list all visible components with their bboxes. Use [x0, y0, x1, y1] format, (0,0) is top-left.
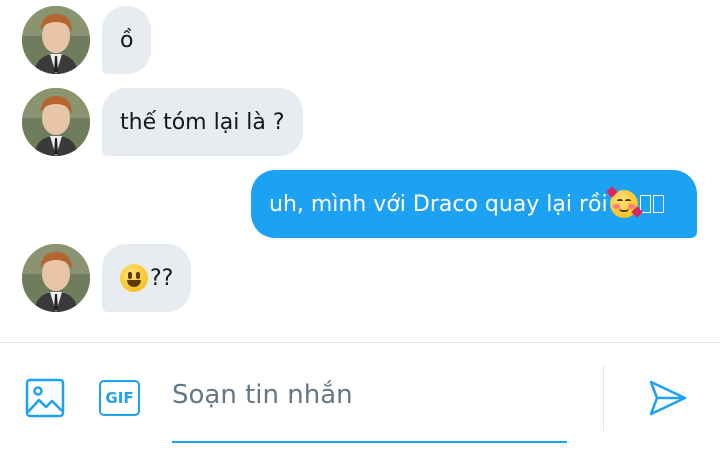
input-underline: [172, 441, 567, 443]
send-icon[interactable]: [648, 379, 688, 417]
message-text: ồ: [120, 27, 134, 53]
gif-label: GIF: [105, 389, 134, 407]
message-bubble[interactable]: thế tóm lại là ?: [102, 88, 303, 156]
message-bubble[interactable]: ồ: [102, 6, 152, 74]
avatar[interactable]: [22, 244, 90, 312]
message-bubble[interactable]: ??: [102, 244, 192, 312]
message-input[interactable]: [172, 365, 567, 425]
message-text: thế tóm lại là ?: [120, 109, 285, 135]
dm-conversation: ồ thế tóm lại là ? uh, mình với Draco qu…: [0, 0, 720, 450]
send-separator: [603, 365, 604, 431]
avatar[interactable]: [22, 6, 90, 74]
message-composer: GIF: [0, 343, 720, 450]
gif-icon[interactable]: GIF: [99, 380, 140, 416]
smiling-face-with-hearts-icon: [605, 186, 643, 218]
grinning-face-icon: [120, 264, 148, 292]
avatar[interactable]: [22, 88, 90, 156]
missing-glyph-icon: [652, 195, 664, 213]
message-text: ??: [150, 265, 174, 291]
message-input-wrapper: [172, 365, 567, 445]
message-text: uh, mình với Draco quay lại rồi: [269, 191, 608, 217]
message-bubble-outgoing[interactable]: uh, mình với Draco quay lại rồi: [251, 170, 697, 238]
image-icon[interactable]: [25, 378, 65, 418]
